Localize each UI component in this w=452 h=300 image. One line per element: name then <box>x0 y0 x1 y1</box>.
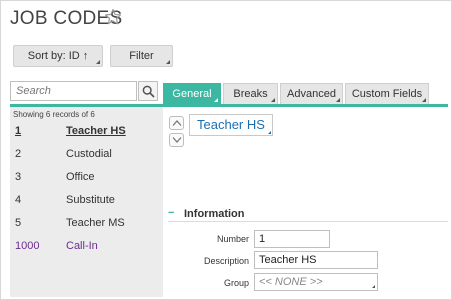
list-item[interactable]: 1000 Call-In <box>10 236 163 258</box>
number-field[interactable]: 1 <box>254 230 330 248</box>
tab-corner-icon <box>422 98 426 102</box>
group-label: Group <box>223 278 249 288</box>
list-item-name: Custodial <box>66 148 112 160</box>
tab-corner-icon <box>336 98 340 102</box>
section-divider <box>168 221 448 222</box>
records-count: Showing 6 records of 6 <box>13 110 95 119</box>
sort-button-label: Sort by: ID ↑ <box>27 50 89 62</box>
tab-label: Custom Fields <box>351 88 423 100</box>
list-item-id: 5 <box>15 217 22 229</box>
chevron-up-icon <box>172 120 182 126</box>
group-select[interactable]: << NONE >> <box>254 273 378 291</box>
next-record-button[interactable] <box>169 133 184 147</box>
group-select-value: << NONE >> <box>259 276 323 288</box>
star-outline-icon[interactable] <box>104 8 122 26</box>
chevron-down-icon <box>172 137 182 143</box>
list-item-name: Office <box>66 171 95 183</box>
tab-label: General <box>172 88 212 100</box>
filter-button[interactable]: Filter <box>110 45 173 67</box>
description-label: Description <box>203 256 249 266</box>
list-item[interactable]: 4 Substitute <box>10 190 163 212</box>
search-button[interactable] <box>138 81 158 101</box>
dropdown-corner-icon <box>166 60 170 64</box>
description-field[interactable]: Teacher HS <box>254 251 378 269</box>
list-item-id: 3 <box>15 171 22 183</box>
search-input[interactable]: Search <box>10 81 137 101</box>
list-item[interactable]: 2 Custodial <box>10 144 163 166</box>
list-item[interactable]: 3 Office <box>10 167 163 189</box>
list-item-name: Call-In <box>66 240 98 252</box>
collapse-section-icon[interactable]: − <box>168 207 174 219</box>
list-item-id: 4 <box>15 194 22 206</box>
list-item[interactable]: 1 Teacher HS <box>10 121 163 143</box>
tab-custom-fields[interactable]: Custom Fields <box>345 83 429 104</box>
section-title: Information <box>184 208 245 220</box>
tab-label: Breaks <box>233 88 268 100</box>
record-name-text: Teacher HS <box>197 117 265 132</box>
tab-label: Advanced <box>287 88 336 100</box>
tab-general[interactable]: General <box>163 83 221 104</box>
search-icon <box>142 85 155 98</box>
list-item[interactable]: 5 Teacher MS <box>10 213 163 235</box>
list-item-id: 1 <box>15 125 22 137</box>
list-item-id: 1000 <box>15 240 40 252</box>
number-label: Number <box>216 234 249 244</box>
dropdown-corner-icon <box>96 60 100 64</box>
field-corner-icon <box>267 131 271 134</box>
sort-button[interactable]: Sort by: ID ↑ <box>13 45 103 67</box>
list-item-name: Teacher HS <box>66 125 126 137</box>
filter-button-label: Filter <box>129 50 154 62</box>
tab-advanced[interactable]: Advanced <box>280 83 343 104</box>
tab-breaks[interactable]: Breaks <box>223 83 278 104</box>
tab-corner-icon <box>271 98 275 102</box>
record-list: Showing 6 records of 6 1 Teacher HS 2 Cu… <box>10 107 163 297</box>
record-name-field[interactable]: Teacher HS <box>189 114 273 136</box>
list-item-id: 2 <box>15 148 22 160</box>
dropdown-corner-icon <box>372 285 375 288</box>
list-item-name: Substitute <box>66 194 115 206</box>
list-item-name: Teacher MS <box>66 217 125 229</box>
previous-record-button[interactable] <box>169 116 184 130</box>
tab-corner-icon <box>214 98 218 102</box>
